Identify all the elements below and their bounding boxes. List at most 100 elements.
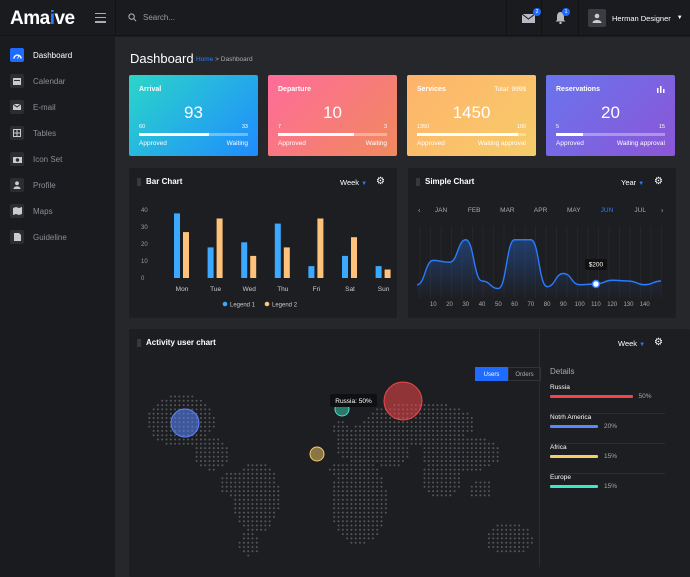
month-label: MAY: [567, 207, 581, 214]
x-tick-label: 110: [591, 302, 601, 308]
chevron-left-icon: ‹: [418, 208, 421, 215]
services-card: Services Total: 999$ 1450 1350 100 Appro…: [407, 75, 536, 156]
breadcrumb-home-link[interactable]: Home: [196, 56, 213, 63]
card-left-label: Approved: [556, 140, 584, 147]
bar: [375, 266, 382, 278]
x-tick-label: 130: [623, 302, 634, 308]
card-title: Arrival: [139, 86, 162, 93]
bar: [317, 218, 324, 278]
x-tick-label: 30: [462, 302, 469, 308]
map-icon: [10, 204, 24, 218]
sidebar-item-profile[interactable]: Profile: [10, 177, 56, 193]
notification-badge: 1: [562, 8, 570, 16]
card-progress-bar: [139, 133, 248, 136]
x-tick-label: Thu: [277, 286, 289, 293]
card-left-number: 7: [278, 124, 282, 130]
mail-icon: [521, 13, 535, 23]
user-icon: [10, 178, 24, 192]
x-tick-label: 100: [575, 302, 586, 308]
camera-icon: [10, 152, 24, 166]
x-tick-label: 70: [528, 302, 535, 308]
sidebar-item-dashboard[interactable]: Dashboard: [10, 47, 72, 63]
card-right-number: 15: [658, 124, 665, 130]
card-left-label: Approved: [417, 140, 445, 147]
chevron-down-icon: ▼: [676, 15, 683, 21]
chevron-right-icon: ›: [661, 208, 664, 215]
card-value: 10: [323, 103, 342, 122]
region-percent: 15%: [604, 483, 618, 490]
x-tick-label: 90: [560, 302, 567, 308]
card-progress-fill: [139, 133, 209, 136]
card-right-label: Waiting approval: [477, 140, 526, 147]
bar: [207, 247, 214, 278]
highlight-point: [591, 279, 601, 289]
month-label: MAR: [500, 207, 515, 214]
notifications-button[interactable]: 1: [538, 0, 582, 36]
region-bar: [550, 455, 598, 458]
search-bar[interactable]: Search...: [128, 13, 175, 22]
card-left-number: 60: [139, 124, 146, 130]
sidebar-item-email[interactable]: E-mail: [10, 99, 56, 115]
card-left-label: Approved: [278, 140, 306, 147]
sidebar: Dashboard Calendar E-mail Tables Icon Se…: [0, 37, 115, 577]
breadcrumb: Home > Dashboard: [196, 56, 253, 63]
card-progress-bar: [417, 133, 526, 136]
bar: [241, 242, 248, 278]
card-progress-bar: [556, 133, 665, 136]
card-progress-fill: [278, 133, 355, 136]
calendar-icon: [10, 74, 24, 88]
details-row: Notrh America 20%: [550, 414, 665, 444]
legend-label: Legend 1: [230, 303, 256, 309]
card-value: 20: [601, 103, 620, 122]
bar: [342, 255, 348, 278]
card-right-label: Waiting: [226, 140, 248, 147]
x-tick-label: Wed: [243, 286, 257, 293]
region-bar: [550, 395, 633, 398]
search-input[interactable]: Search...: [143, 13, 175, 22]
bar: [351, 237, 357, 278]
search-icon: [128, 13, 137, 22]
sidebar-item-maps[interactable]: Maps: [10, 203, 53, 219]
bubble-russia: [383, 381, 423, 421]
world-map[interactable]: Russia: 50%: [129, 329, 539, 577]
user-menu[interactable]: Herman Designer ▼: [588, 9, 683, 27]
card-progress-fill: [556, 133, 584, 136]
app-logo[interactable]: Amaive: [10, 8, 75, 30]
card-value: 1450: [452, 103, 491, 122]
sidebar-item-calendar[interactable]: Calendar: [10, 73, 65, 89]
document-icon: [10, 230, 24, 244]
map-tooltip-label: Russia: 50%: [335, 398, 372, 405]
details-title: Details: [550, 367, 575, 376]
x-tick-label: 140: [640, 302, 651, 308]
sidebar-item-tables[interactable]: Tables: [10, 125, 56, 141]
card-title: Departure: [278, 86, 312, 93]
card-right-number: 100: [516, 124, 526, 130]
sidebar-item-icon-set[interactable]: Icon Set: [10, 151, 62, 167]
region-name: Notrh America: [550, 414, 592, 421]
bar: [283, 247, 290, 278]
card-right-label: Waiting approval: [616, 140, 665, 147]
region-bar: [550, 425, 598, 428]
sidebar-item-guideline[interactable]: Guideline: [10, 229, 67, 245]
legend-label: Legend 2: [272, 303, 298, 309]
details-panel: Details Russia 50% Notrh America 20% Afric…: [539, 329, 690, 567]
user-name: Herman Designer: [612, 13, 671, 23]
region-name: Russia: [550, 384, 570, 391]
bar-chart-panel: Bar Chart Week ▼ ⚙ 0 10 20 30 40 Mon Tue Wed Thu…: [129, 168, 397, 318]
simple-chart-panel: Simple Chart Year ▼ ⚙ ‹ › JAN FEB MAR APR MAY J…: [408, 168, 676, 318]
details-row: Europe 15%: [550, 474, 665, 504]
month-label: FEB: [468, 207, 481, 214]
bar: [274, 223, 281, 278]
legend-dot: [264, 301, 270, 307]
card-left-number: 5: [556, 124, 560, 130]
bar-chart-icon[interactable]: [657, 86, 665, 95]
bar: [174, 213, 180, 278]
x-tick-label: 20: [446, 302, 453, 308]
month-label: JAN: [435, 207, 448, 214]
x-tick-label: 50: [495, 302, 502, 308]
map-dots: [148, 395, 533, 557]
hamburger-menu-icon[interactable]: [95, 13, 106, 26]
card-left-label: Approved: [139, 140, 167, 147]
departure-card: Departure 10 7 3 Approved Waiting: [268, 75, 397, 156]
card-title: Services: [417, 86, 446, 93]
